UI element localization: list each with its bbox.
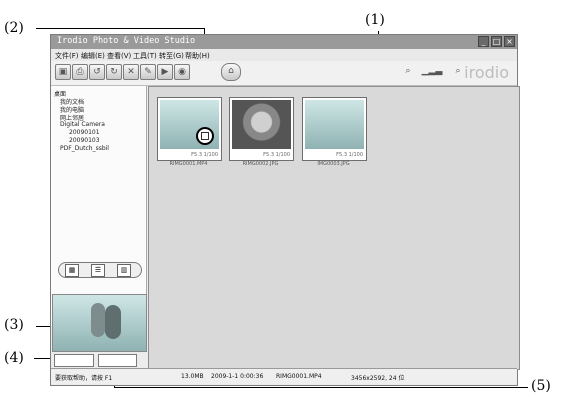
application-window: Irodio Photo & Video Studio _ □ × 文件(F) … bbox=[50, 34, 520, 386]
minimize-button[interactable]: _ bbox=[478, 36, 489, 47]
title-bar: Irodio Photo & Video Studio _ □ × bbox=[51, 35, 517, 49]
toolbar: ▣ ⎙ ↺ ↻ ✕ ✎ ▶ ◉ ⌂ ⌕ ▁▂▃ ⌕ irodio bbox=[51, 61, 517, 86]
preview-image bbox=[52, 294, 147, 352]
window-controls: _ □ × bbox=[478, 36, 515, 47]
thumbnail-2-meta: F5.3 1/100 bbox=[263, 152, 290, 158]
thumbnail-3-name: IMG0003.JPG bbox=[317, 161, 350, 167]
thumbnail-2-name: RIMG0002.JPG bbox=[242, 161, 279, 167]
view-icon[interactable]: ◉ bbox=[174, 64, 190, 80]
status-date: 2009-1-1 0:00:36 bbox=[211, 373, 264, 380]
folder-tree-pane: 桌面 我的文档 我的电脑 网上邻居 Digital Camera 2009010… bbox=[51, 86, 147, 326]
thumbnail-1[interactable]: F5.3 1/100 bbox=[157, 97, 222, 161]
status-bar: 要获取帮助，请按 F1 13.0MB 2009-1-1 0:00:36 RIMG… bbox=[51, 368, 517, 384]
maximize-button[interactable]: □ bbox=[491, 36, 502, 47]
close-button[interactable]: × bbox=[504, 36, 515, 47]
window-title: Irodio Photo & Video Studio bbox=[57, 36, 196, 46]
callout-5: (5) bbox=[531, 378, 551, 394]
info-box-1 bbox=[54, 354, 94, 367]
view-mode-buttons: ▦ ☰ ▥ bbox=[58, 262, 142, 278]
brand-logo: irodio bbox=[464, 63, 509, 82]
callout-3: (3) bbox=[4, 317, 24, 333]
tree-item-folder-20090103[interactable]: 20090103 bbox=[69, 137, 100, 144]
rotate-right-icon[interactable]: ↻ bbox=[106, 64, 122, 80]
callout-5-line-h bbox=[114, 387, 528, 388]
menu-edit[interactable]: 编辑(E) bbox=[81, 51, 105, 61]
list-view-icon[interactable]: ☰ bbox=[91, 264, 105, 277]
thumbnail-1-name: RIMG0001.MP4 bbox=[169, 161, 208, 167]
thumbnail-3-meta: F5.3 1/100 bbox=[336, 152, 363, 158]
status-help: 要获取帮助，请按 F1 bbox=[55, 375, 113, 382]
edit-icon[interactable]: ✎ bbox=[140, 64, 156, 80]
print-icon[interactable]: ⎙ bbox=[72, 64, 88, 80]
menu-go[interactable]: 转至(G) bbox=[159, 51, 184, 61]
thumbnail-2[interactable]: F5.3 1/100 bbox=[229, 97, 294, 161]
menu-bar: 文件(F) 编辑(E) 查看(V) 工具(T) 转至(G) 帮助(H) bbox=[51, 49, 517, 61]
home-button[interactable]: ⌂ bbox=[221, 63, 241, 81]
tree-item-folder-20090101[interactable]: 20090101 bbox=[69, 129, 100, 136]
zoom-icon[interactable]: ⌕ bbox=[451, 64, 465, 78]
tree-item-digital-camera[interactable]: Digital Camera bbox=[60, 121, 105, 128]
rotate-left-icon[interactable]: ↺ bbox=[89, 64, 105, 80]
callout-2-line-h bbox=[36, 28, 204, 29]
menu-file[interactable]: 文件(F) bbox=[55, 51, 79, 61]
info-box-2 bbox=[98, 354, 137, 367]
callout-4: (4) bbox=[4, 350, 24, 366]
tree-item-pdf-dutch[interactable]: PDF_Dutch_ssbil bbox=[60, 145, 109, 152]
slideshow-icon[interactable]: ▶ bbox=[157, 64, 173, 80]
thumbnail-1-meta: F5.3 1/100 bbox=[191, 152, 218, 158]
status-size: 13.0MB bbox=[181, 373, 204, 380]
menu-tools[interactable]: 工具(T) bbox=[133, 51, 157, 61]
menu-help[interactable]: 帮助(H) bbox=[185, 51, 210, 61]
delete-icon[interactable]: ✕ bbox=[123, 64, 139, 80]
menu-view[interactable]: 查看(V) bbox=[107, 51, 131, 61]
grid-view-icon[interactable]: ▦ bbox=[65, 264, 79, 277]
open-icon[interactable]: ▣ bbox=[55, 64, 71, 80]
callout-2: (2) bbox=[4, 20, 24, 36]
status-file: RIMG0001.MP4 bbox=[276, 373, 322, 380]
status-dimensions: 3456x2592, 24 位 bbox=[351, 375, 405, 382]
search-icon[interactable]: ⌕ bbox=[401, 64, 415, 78]
zoom-slider-icon[interactable]: ▁▂▃ bbox=[417, 64, 447, 78]
callout-1: (1) bbox=[365, 12, 385, 28]
selection-checkbox[interactable] bbox=[196, 127, 214, 145]
thumbnail-3[interactable]: F5.3 1/100 bbox=[302, 97, 367, 161]
detail-view-icon[interactable]: ▥ bbox=[117, 264, 131, 277]
